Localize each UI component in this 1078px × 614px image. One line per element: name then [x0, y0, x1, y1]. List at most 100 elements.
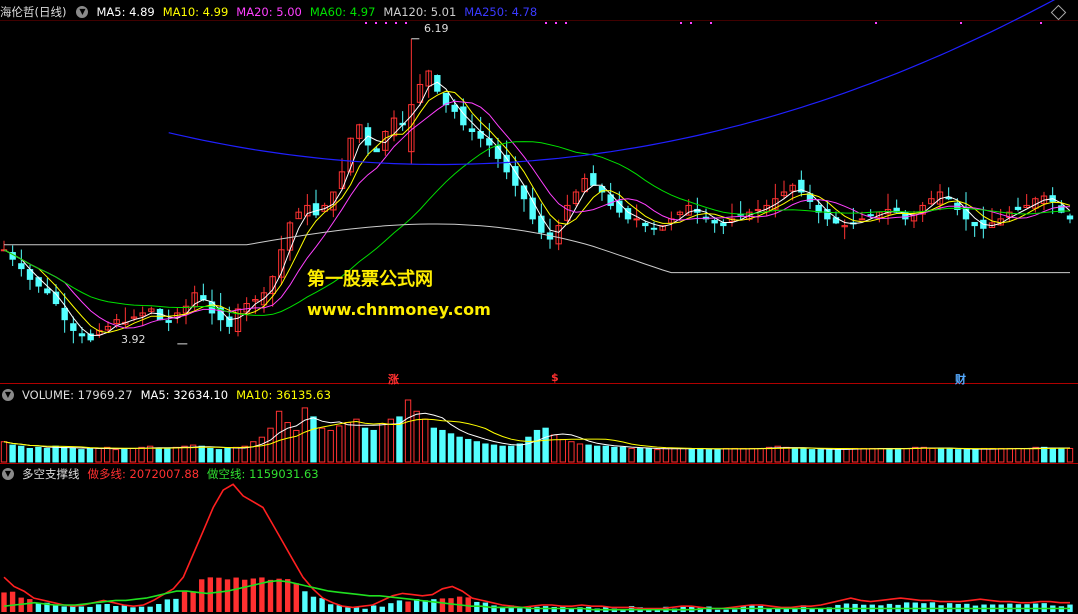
volume-bar: [9, 444, 16, 463]
volume-bar: [998, 447, 1005, 463]
volume-bar: [826, 449, 833, 463]
volume-bar: [714, 449, 721, 463]
volume-bar: [430, 427, 438, 463]
volume-bar: [542, 427, 549, 463]
indicator-bar: [224, 579, 231, 612]
indicator-title[interactable]: 多空支撑线: [22, 466, 80, 482]
volume-bar: [275, 410, 283, 463]
volume-bar: [1032, 446, 1039, 463]
volume-bar: [172, 446, 180, 463]
volume-bar: [508, 445, 515, 463]
indicator-bar: [362, 608, 368, 612]
volume-bar: [78, 449, 85, 463]
event-tag-cai[interactable]: 财: [955, 371, 966, 387]
candle-body: [312, 203, 320, 216]
volume-bar: [834, 449, 842, 463]
volume-bar: [370, 429, 377, 463]
volume-bar: [912, 446, 919, 463]
volume-bar: [95, 447, 102, 463]
indicator-bar: [173, 598, 179, 612]
indicator-bar: [560, 606, 566, 612]
indicator-bar: [138, 606, 145, 612]
volume-bar: [843, 447, 850, 463]
indicator-bar: [147, 606, 153, 612]
candle-body: [165, 320, 172, 323]
volume-bar: [361, 427, 369, 463]
indicator-bar: [207, 577, 214, 612]
volume-bar: [671, 447, 678, 463]
volume-bar: [920, 446, 928, 463]
volume-bar: [722, 447, 730, 463]
volume-bar: [903, 447, 910, 463]
collapse-triangle-icon[interactable]: ▼: [76, 6, 89, 18]
indicator-bar: [199, 579, 205, 612]
candle-body: [200, 295, 207, 301]
indicator-bar: [517, 608, 523, 612]
indicator-bar: [1041, 603, 1047, 612]
indicator-bar: [267, 579, 274, 612]
volume-bar: [138, 446, 145, 463]
candle-body: [633, 218, 640, 221]
collapse-triangle-icon[interactable]: ▼: [2, 468, 14, 480]
event-tag-zhang[interactable]: 涨: [388, 371, 399, 387]
volume-bar: [611, 446, 618, 463]
signal-dot: [875, 22, 877, 24]
volume-bar: [1049, 447, 1056, 463]
ma120-line: [4, 223, 1070, 274]
indicator-bar: [78, 606, 85, 612]
volume-bar: [465, 438, 472, 463]
volume-bar: [955, 449, 962, 463]
candle-body: [35, 277, 42, 287]
volume-bar: [636, 447, 644, 463]
ma250-legend: MA250: 4.78: [464, 5, 538, 19]
volume-bar: [207, 447, 214, 463]
stock-title[interactable]: 海伦哲(日线): [0, 4, 66, 20]
indicator-bar: [903, 602, 910, 612]
collapse-triangle-icon[interactable]: ▼: [2, 389, 14, 401]
volume-bar: [516, 443, 523, 463]
ma5-legend: MA5: 4.89: [96, 5, 155, 19]
ma250-line: [168, 0, 1056, 166]
volume-bar: [0, 441, 8, 463]
stock-chart[interactable]: [0, 0, 1078, 614]
volume-bar: [628, 447, 635, 463]
signal-dot: [545, 22, 547, 24]
indicator-bar: [242, 579, 248, 612]
volume-bar: [301, 407, 309, 463]
volume-bar: [1066, 447, 1074, 463]
volume-bar: [18, 445, 25, 463]
volume-header: ▼ VOLUME: 17969.27 MA5: 32634.10 MA10: 3…: [0, 387, 339, 403]
candle-body: [754, 208, 762, 211]
indicator-bar: [345, 607, 351, 612]
candle-body: [451, 104, 458, 112]
volume-bar: [379, 423, 386, 463]
volume-bar: [456, 436, 463, 463]
candle-body: [1066, 215, 1074, 220]
indicator-bar: [52, 605, 59, 612]
indicator-bar: [388, 603, 394, 612]
event-tag-dollar[interactable]: $: [551, 371, 559, 384]
indicator-bar: [310, 596, 317, 612]
volume-bar: [344, 422, 352, 463]
candle-body: [711, 220, 718, 224]
candle-body: [61, 307, 68, 321]
volume-bar: [877, 447, 885, 463]
indicator-bar: [353, 607, 360, 612]
volume-bar: [327, 429, 334, 463]
indicator-bar: [121, 605, 128, 612]
indicator-bar: [370, 605, 377, 612]
volume-bar: [310, 416, 317, 463]
ma120-legend: MA120: 5.01: [383, 5, 457, 19]
indicator-bar: [27, 599, 33, 612]
candle-body: [78, 333, 86, 337]
volume-value: VOLUME: 17969.27: [22, 388, 133, 402]
volume-bar: [26, 447, 33, 463]
volume-bar: [422, 418, 429, 463]
volume-bar: [121, 447, 128, 463]
volume-bar: [60, 446, 68, 463]
volume-bar: [894, 447, 902, 463]
indicator-bar: [732, 609, 738, 612]
volume-bar: [241, 445, 248, 463]
indicator-bar: [319, 598, 325, 612]
volume-bar: [740, 447, 747, 463]
